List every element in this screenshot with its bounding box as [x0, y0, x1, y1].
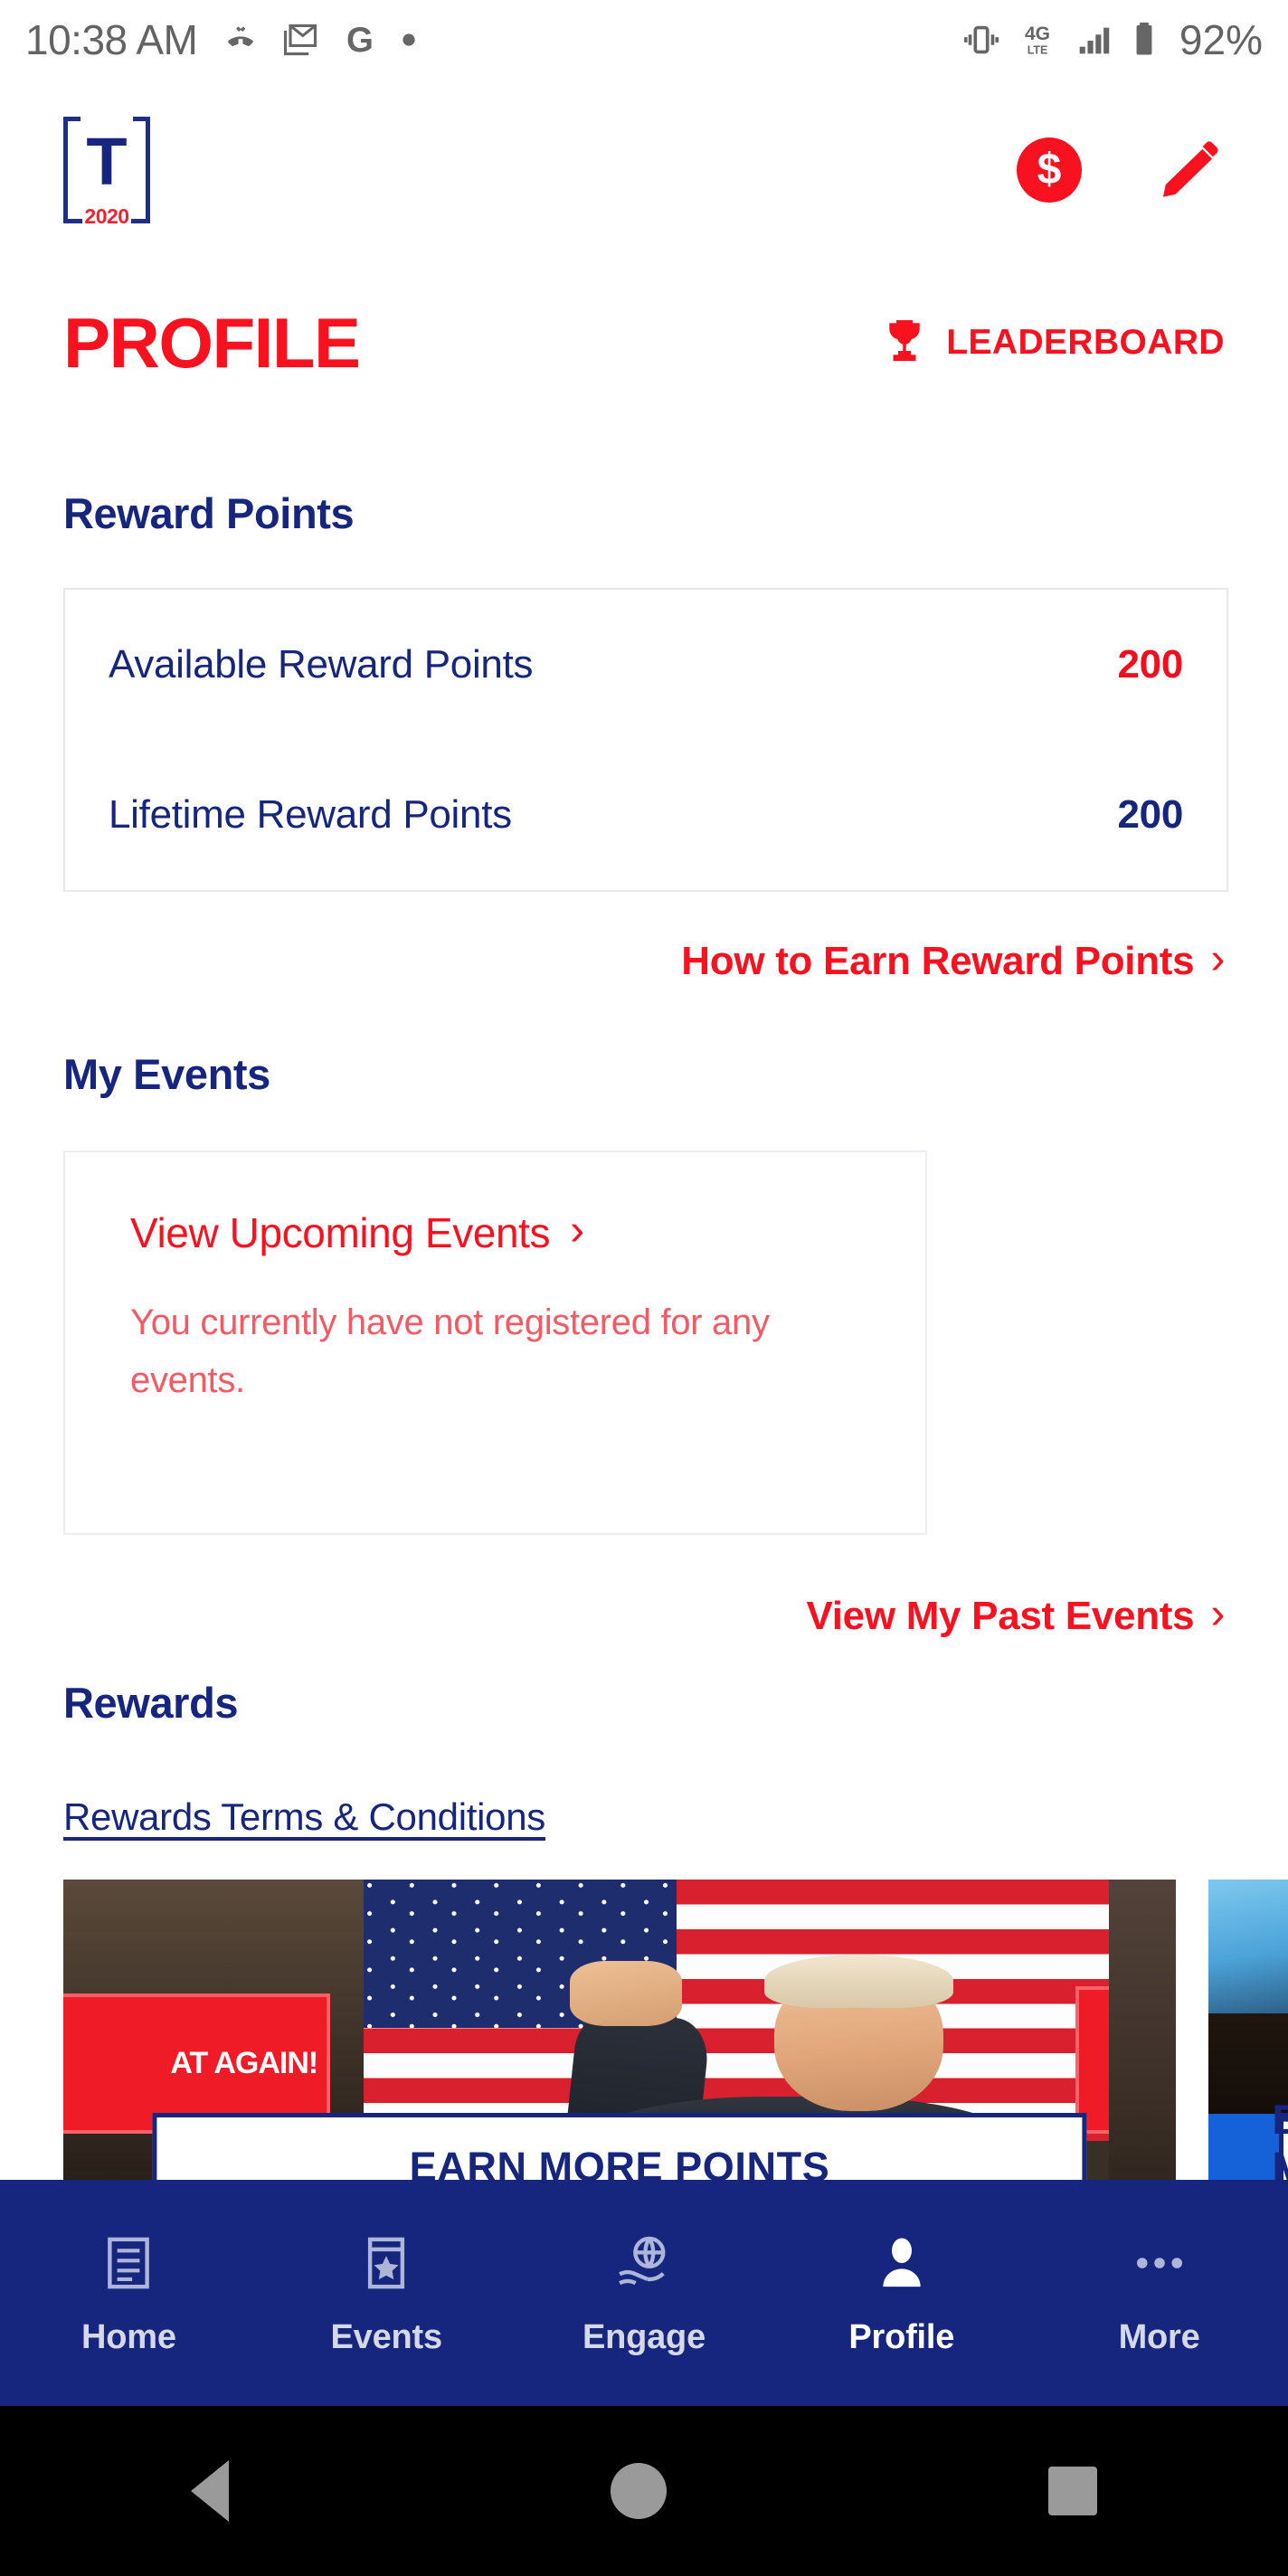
tab-profile-label: Profile	[848, 2317, 955, 2356]
recents-icon[interactable]	[1048, 2467, 1097, 2515]
available-reward-points-row: Available Reward Points 200	[65, 590, 1226, 740]
rewards-heading: Rewards	[63, 1679, 239, 1727]
view-upcoming-events-label: View Upcoming Events	[130, 1209, 551, 1256]
status-bar-clock: 10:38 AM	[25, 16, 198, 63]
google-g-icon: G	[340, 20, 380, 60]
svg-text:LTE: LTE	[1028, 43, 1048, 56]
lifetime-reward-points-row: Lifetime Reward Points 200	[65, 740, 1226, 890]
network-type-icon: 4G LTE	[1017, 19, 1058, 61]
donate-button[interactable]: $	[1017, 137, 1082, 203]
no-events-message: You currently have not registered for an…	[130, 1302, 770, 1400]
chevron-right-icon: ›	[570, 1207, 584, 1255]
missed-call-icon	[221, 20, 260, 60]
signal-bars-icon	[1073, 19, 1114, 61]
trophy-icon	[889, 320, 920, 361]
page-title-row: PROFILE LEADERBOARD	[0, 289, 1288, 396]
view-past-events-link[interactable]: View My Past Events ›	[806, 1590, 1226, 1639]
tab-events-label: Events	[330, 2317, 442, 2356]
logo-year: 2020	[84, 204, 129, 228]
status-bar-notification-icons: G	[221, 20, 418, 60]
leaderboard-label: LEADERBOARD	[946, 323, 1225, 362]
android-navigation-bar	[0, 2406, 1288, 2576]
rewards-carousel[interactable]: AT AGAIN! EARN MORE POINTS E	[63, 1880, 1288, 2214]
tab-more[interactable]: More	[1030, 2180, 1288, 2406]
reward-points-card: Available Reward Points 200 Lifetime Rew…	[63, 588, 1228, 892]
ellipsis-icon	[1130, 2230, 1189, 2297]
app-logo: T 2020	[63, 117, 150, 228]
header-actions: $	[1017, 136, 1225, 204]
vibrate-icon	[961, 19, 1002, 61]
reward-card[interactable]: AT AGAIN! EARN MORE POINTS	[63, 1880, 1176, 2214]
view-upcoming-events-link[interactable]: View Upcoming Events ›	[130, 1208, 860, 1257]
reward-points-heading: Reward Points	[63, 489, 355, 537]
chevron-right-icon: ›	[1210, 935, 1225, 983]
battery-icon	[1129, 19, 1160, 61]
ticket-star-icon	[356, 2230, 416, 2297]
dot-icon	[400, 31, 418, 49]
my-events-card: View Upcoming Events › You currently hav…	[63, 1151, 927, 1535]
tab-events[interactable]: Events	[258, 2180, 516, 2406]
reward-card[interactable]: EARN MORE POINTS	[1208, 1880, 1288, 2214]
tab-engage-label: Engage	[582, 2317, 706, 2356]
home-icon[interactable]	[611, 2463, 667, 2519]
my-events-heading: My Events	[63, 1050, 270, 1098]
page-title: PROFILE	[63, 303, 361, 383]
leaderboard-button[interactable]: LEADERBOARD	[877, 316, 1225, 370]
globe-hand-icon	[612, 2230, 676, 2297]
battery-percent-label: 92%	[1179, 16, 1263, 63]
available-reward-points-value: 200	[1117, 642, 1183, 687]
phone-screen: 10:38 AM G 4G LTE 92% T 2020 $ PROFILE L…	[0, 0, 1288, 2576]
svg-text:4G: 4G	[1025, 24, 1050, 44]
gmail-icon	[280, 20, 320, 60]
view-past-events-label: View My Past Events	[806, 1594, 1195, 1638]
back-icon[interactable]	[191, 2460, 229, 2522]
logo-letter: T	[86, 124, 128, 199]
lifetime-reward-points-label: Lifetime Reward Points	[109, 792, 512, 837]
edit-profile-button[interactable]	[1156, 136, 1225, 204]
chevron-right-icon: ›	[1210, 1590, 1225, 1638]
svg-text:G: G	[346, 21, 374, 60]
person-icon	[872, 2230, 932, 2297]
app-header: T 2020 $	[0, 80, 1288, 260]
how-to-earn-label: How to Earn Reward Points	[681, 939, 1195, 983]
tab-engage[interactable]: Engage	[516, 2180, 773, 2406]
tab-home[interactable]: Home	[0, 2180, 258, 2406]
tab-more-label: More	[1118, 2317, 1200, 2356]
dollar-icon: $	[1037, 146, 1062, 194]
available-reward-points-label: Available Reward Points	[109, 642, 534, 687]
status-bar: 10:38 AM G 4G LTE 92%	[0, 0, 1288, 80]
status-bar-system-icons: 4G LTE 92%	[961, 15, 1263, 64]
list-icon	[99, 2230, 158, 2297]
tab-home-label: Home	[81, 2317, 176, 2356]
how-to-earn-reward-points-link[interactable]: How to Earn Reward Points ›	[681, 935, 1225, 984]
pencil-icon	[1162, 141, 1218, 197]
tab-profile[interactable]: Profile	[772, 2180, 1030, 2406]
bottom-tab-bar: Home Events Engage Profile More	[0, 2180, 1288, 2406]
lifetime-reward-points-value: 200	[1117, 792, 1183, 837]
rewards-terms-link[interactable]: Rewards Terms & Conditions	[63, 1795, 545, 1839]
